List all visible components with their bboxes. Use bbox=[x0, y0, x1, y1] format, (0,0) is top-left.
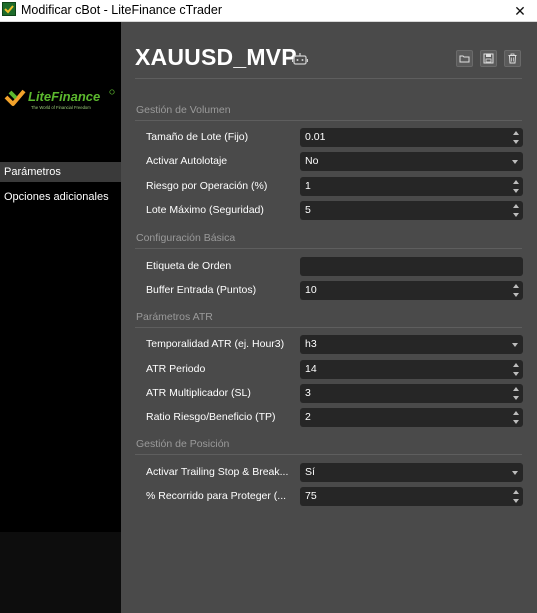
entry-buffer-spinner[interactable]: 10 bbox=[300, 281, 523, 300]
param-row-ratio-riesgo-beneficio: Ratio Riesgo/Beneficio (TP) 2 bbox=[135, 408, 523, 428]
spinner-arrows-icon[interactable] bbox=[513, 131, 519, 144]
open-folder-icon bbox=[459, 55, 470, 63]
param-label: % Recorrido para Proteger (... bbox=[146, 490, 287, 502]
header-divider bbox=[135, 78, 522, 79]
param-row-lote-maximo: Lote Máximo (Seguridad) 5 bbox=[135, 201, 523, 221]
sidebar-item-opciones-adicionales[interactable]: Opciones adicionales bbox=[0, 187, 121, 207]
param-value: 10 bbox=[305, 284, 317, 296]
section-title-gestion-volumen: Gestión de Volumen bbox=[136, 104, 231, 116]
param-label: Activar Autolotaje bbox=[146, 155, 228, 167]
param-value: 0.01 bbox=[305, 131, 326, 143]
param-row-buffer-entrada: Buffer Entrada (Puntos) 10 bbox=[135, 281, 523, 301]
atr-period-spinner[interactable]: 14 bbox=[300, 360, 523, 379]
spinner-arrows-icon[interactable] bbox=[513, 204, 519, 217]
param-label: Buffer Entrada (Puntos) bbox=[146, 284, 257, 296]
sidebar-item-parametros[interactable]: Parámetros bbox=[0, 162, 121, 182]
param-label: ATR Periodo bbox=[146, 363, 206, 375]
save-button[interactable] bbox=[480, 50, 497, 67]
param-label: Activar Trailing Stop & Break... bbox=[146, 466, 289, 478]
param-label: Riesgo por Operación (%) bbox=[146, 180, 268, 192]
open-button[interactable] bbox=[456, 50, 473, 67]
svg-text:LiteFinance: LiteFinance bbox=[28, 89, 100, 104]
spinner-arrows-icon[interactable] bbox=[513, 363, 519, 376]
sidebar-footer bbox=[0, 532, 121, 613]
cbot-name: XAUUSD_MVP bbox=[135, 44, 297, 70]
lot-size-spinner[interactable]: 0.01 bbox=[300, 128, 523, 147]
order-label-input[interactable] bbox=[300, 257, 523, 276]
window-title: Modificar cBot - LiteFinance cTrader bbox=[21, 3, 223, 17]
spinner-arrows-icon[interactable] bbox=[513, 411, 519, 424]
spinner-arrows-icon[interactable] bbox=[513, 387, 519, 400]
section-title-gestion-posicion: Gestión de Posición bbox=[136, 438, 230, 450]
chevron-down-icon bbox=[512, 343, 518, 347]
protect-percent-spinner[interactable]: 75 bbox=[300, 487, 523, 506]
delete-button[interactable] bbox=[504, 50, 521, 67]
param-label: Ratio Riesgo/Beneficio (TP) bbox=[146, 411, 276, 423]
spinner-arrows-icon[interactable] bbox=[513, 284, 519, 297]
param-row-etiqueta-orden: Etiqueta de Orden bbox=[135, 257, 523, 277]
section-divider bbox=[135, 120, 522, 121]
param-label: Etiqueta de Orden bbox=[146, 260, 232, 272]
title-bar: Modificar cBot - LiteFinance cTrader ✕ bbox=[0, 0, 537, 22]
section-divider bbox=[135, 454, 522, 455]
section-title-parametros-atr: Parámetros ATR bbox=[136, 311, 213, 323]
close-button[interactable]: ✕ bbox=[503, 0, 537, 22]
param-row-atr-periodo: ATR Periodo 14 bbox=[135, 360, 523, 380]
chevron-down-icon bbox=[512, 160, 518, 164]
chevron-down-icon bbox=[512, 471, 518, 475]
param-label: Temporalidad ATR (ej. Hour3) bbox=[146, 338, 285, 350]
parameters-panel: XAUUSD_MVP Gestión de Volumen Tamaño de … bbox=[121, 22, 537, 613]
section-title-configuracion-basica: Configuración Básica bbox=[136, 232, 236, 244]
param-row-trailing-stop: Activar Trailing Stop & Break... Sí bbox=[135, 463, 523, 483]
param-value: 75 bbox=[305, 490, 317, 502]
param-row-riesgo-operacion: Riesgo por Operación (%) 1 bbox=[135, 177, 523, 197]
param-value: 5 bbox=[305, 204, 311, 216]
app-icon bbox=[2, 2, 16, 16]
param-value: No bbox=[305, 155, 319, 167]
atr-multiplier-spinner[interactable]: 3 bbox=[300, 384, 523, 403]
autolot-dropdown[interactable]: No bbox=[300, 152, 523, 171]
save-icon bbox=[483, 53, 494, 64]
spinner-arrows-icon[interactable] bbox=[513, 180, 519, 193]
max-lot-spinner[interactable]: 5 bbox=[300, 201, 523, 220]
svg-text:The World of Financial Freedom: The World of Financial Freedom bbox=[31, 105, 91, 110]
param-value: 3 bbox=[305, 387, 311, 399]
param-label: Tamaño de Lote (Fijo) bbox=[146, 131, 249, 143]
risk-percent-spinner[interactable]: 1 bbox=[300, 177, 523, 196]
sidebar: LiteFinance The World of Financial Freed… bbox=[0, 22, 121, 613]
param-row-tamano-lote: Tamaño de Lote (Fijo) 0.01 bbox=[135, 128, 523, 148]
param-row-temporalidad-atr: Temporalidad ATR (ej. Hour3) h3 bbox=[135, 335, 523, 355]
param-value: 1 bbox=[305, 180, 311, 192]
logo-area: LiteFinance The World of Financial Freed… bbox=[0, 28, 121, 160]
trailing-stop-dropdown[interactable]: Sí bbox=[300, 463, 523, 482]
param-row-recorrido-proteger: % Recorrido para Proteger (... 75 bbox=[135, 487, 523, 507]
atr-timeframe-dropdown[interactable]: h3 bbox=[300, 335, 523, 354]
param-label: ATR Multiplicador (SL) bbox=[146, 387, 251, 399]
param-value: Sí bbox=[305, 466, 315, 478]
section-divider bbox=[135, 248, 522, 249]
litefinance-logo: LiteFinance The World of Financial Freed… bbox=[4, 89, 115, 110]
param-value: 14 bbox=[305, 363, 317, 375]
risk-reward-spinner[interactable]: 2 bbox=[300, 408, 523, 427]
param-row-activar-autolotaje: Activar Autolotaje No bbox=[135, 152, 523, 172]
param-value: h3 bbox=[305, 338, 317, 350]
robot-icon bbox=[292, 53, 308, 65]
spinner-arrows-icon[interactable] bbox=[513, 490, 519, 503]
trash-icon bbox=[508, 53, 517, 64]
section-divider bbox=[135, 327, 522, 328]
param-row-atr-multiplicador: ATR Multiplicador (SL) 3 bbox=[135, 384, 523, 404]
param-label: Lote Máximo (Seguridad) bbox=[146, 204, 264, 216]
param-value: 2 bbox=[305, 411, 311, 423]
